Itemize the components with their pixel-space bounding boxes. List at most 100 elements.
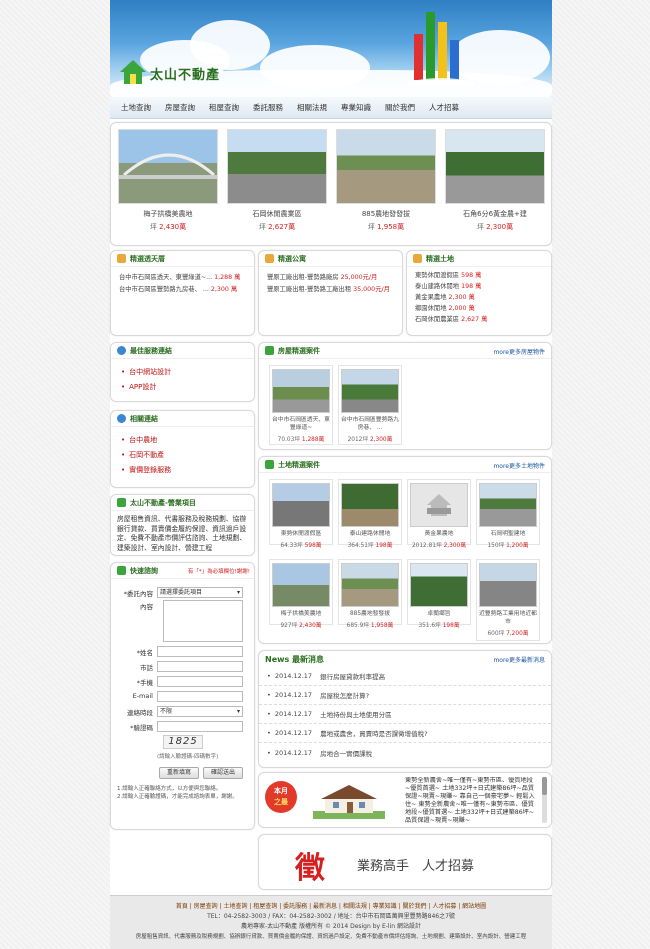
land-card[interactable]: 黃金果農地 2012.81坪 2,300萬 xyxy=(407,479,471,549)
featured-title[interactable]: 梅子拱橋美農地 xyxy=(118,209,218,219)
bullet-icon: • xyxy=(267,748,271,757)
code-label: *驗證碼 xyxy=(130,724,153,732)
land-card[interactable]: 梅子拱橋美農地 927坪 2,430萬 xyxy=(269,559,333,629)
house-card[interactable]: 台中市石岡區豐勢路九房巷、 ... 2012坪 2,300萬 xyxy=(338,365,402,445)
featured-price: 2,300萬 xyxy=(486,223,514,231)
list-item[interactable]: 台中市石岡區透天、東豐綠道~... 1,288 萬 xyxy=(119,272,246,284)
quick-contact-title: 快速諮詢 xyxy=(130,566,158,575)
featured-item[interactable]: 石岡休閒農業區 坪 2,627萬 xyxy=(227,129,327,232)
list-item[interactable]: 石岡休閒農業區 2,627 萬 xyxy=(415,314,543,325)
land-card[interactable]: 泰山建路休閒地 364.51坪 198萬 xyxy=(338,479,402,549)
land-photo[interactable] xyxy=(272,563,330,607)
scrollbar[interactable] xyxy=(542,777,547,823)
email-field[interactable] xyxy=(157,691,243,702)
price-label: 坪 xyxy=(149,223,157,231)
land-photo[interactable] xyxy=(341,483,399,527)
featured-item[interactable]: 885農地發發拔 坪 1,958萬 xyxy=(336,129,436,232)
site-logo[interactable]: 太山不動產 xyxy=(118,58,238,88)
nav-commission[interactable]: 委託服務 xyxy=(246,102,290,113)
land-card[interactable]: 885農地發發拔 685.9坪 1,958萬 xyxy=(338,559,402,629)
mobile-field[interactable] xyxy=(157,676,243,687)
house-photo[interactable] xyxy=(341,369,399,413)
bullet-icon: • xyxy=(267,691,271,699)
nav-rent-search[interactable]: 租屋查詢 xyxy=(202,102,246,113)
more-land-link[interactable]: more更多土地物件 xyxy=(493,461,545,470)
land-photo[interactable] xyxy=(272,483,330,527)
news-item[interactable]: • 2014.12.17 農地或農舍，買賣時是否課徵增值稅? xyxy=(259,724,551,743)
featured-price: 2,430萬 xyxy=(159,223,187,231)
list-item[interactable]: 鄉園休閒地 2,000 萬 xyxy=(415,303,543,314)
photo-placeholder-icon[interactable] xyxy=(410,483,468,527)
choice-apt-title: 精選公寓 xyxy=(278,254,306,263)
nav-house-search[interactable]: 房屋查詢 xyxy=(158,102,202,113)
code-field[interactable] xyxy=(157,721,243,732)
land-card[interactable]: 近豐勢路工業用地近都市 600坪 7,200萬 xyxy=(476,559,540,641)
news-item[interactable]: • 2014.12.17 土地持份與土地使用分區 xyxy=(259,705,551,724)
services-title: 太山不動產-營業項目 xyxy=(130,498,196,507)
footer-services: 房屋租售資訊、代書服務及稅務規劃、協辦銀行貸款、買賣價金履約保證、資訊過戶設定、… xyxy=(135,934,527,940)
featured-photo[interactable] xyxy=(336,129,436,204)
house-photo[interactable] xyxy=(272,369,330,413)
bar-chart-decoration xyxy=(408,12,474,86)
news-item[interactable]: • 2014.12.17 房屋稅怎麼計算? xyxy=(259,686,551,705)
nav-land-search[interactable]: 土地查詢 xyxy=(114,102,158,113)
featured-photo[interactable] xyxy=(118,129,218,204)
name-field[interactable] xyxy=(157,646,243,657)
house-photo[interactable] xyxy=(313,783,385,819)
land-card[interactable]: 卓蘭鄉旨 351.6坪 198萬 xyxy=(407,559,471,629)
chevron-down-icon: ▾ xyxy=(236,589,240,596)
link-app-design[interactable]: APP設計 xyxy=(121,380,244,395)
land-photo[interactable] xyxy=(479,483,537,527)
more-news-link[interactable]: more更多最新消息 xyxy=(493,655,545,664)
submit-button[interactable]: 確認送出 xyxy=(203,767,243,779)
nav-recruit[interactable]: 人才招募 xyxy=(422,102,466,113)
featured-title[interactable]: 石角6分6黃金農+建 xyxy=(445,209,545,219)
building-icon xyxy=(265,254,274,263)
list-item[interactable]: 泰山建路休閒地 198 萬 xyxy=(415,281,543,292)
land-card[interactable]: 石岡明聖建地 150坪 1,200萬 xyxy=(476,479,540,549)
house-card[interactable]: 台中市石岡區透天、東豐綠道~ 70.03坪 1,288萬 xyxy=(269,365,333,445)
nav-knowledge[interactable]: 專業知識 xyxy=(334,102,378,113)
list-item[interactable]: 東勢休閒渡假區 598 萬 xyxy=(415,270,543,281)
list-item[interactable]: 豐原工廠出租-豐勢路廠房 25,000元/月 xyxy=(267,272,394,284)
link-shigang-realestate[interactable]: 石岡不動產 xyxy=(121,448,244,463)
featured-title[interactable]: 885農地發發拔 xyxy=(336,209,436,219)
monthly-text[interactable]: 東勢全新農舍~唯一僅有~東勢市區、優質地段~優質首選~ 土地332坪+日式建築8… xyxy=(405,777,537,825)
land-photo[interactable] xyxy=(479,563,537,607)
nav-about[interactable]: 關於我們 xyxy=(378,102,422,113)
reset-button[interactable]: 重新填寫 xyxy=(159,767,199,779)
time-select[interactable]: 不限 ▾ xyxy=(157,706,243,717)
featured-photo[interactable] xyxy=(445,129,545,204)
content-label: 內容 xyxy=(140,603,153,611)
phone-field[interactable] xyxy=(157,661,243,672)
choice-villa-box: 精選透天厝 台中市石岡區透天、東豐綠道~... 1,288 萬 台中市石岡區豐勢… xyxy=(110,250,255,336)
footer-links[interactable]: 首頁 | 房屋查詢 | 土地查詢 | 租屋查詢 | 委託服務 | 最新消息 | … xyxy=(110,902,552,912)
featured-item[interactable]: 石角6分6黃金農+建 坪 2,300萬 xyxy=(445,129,545,232)
list-item[interactable]: 豐原工廠出租-豐勢路工廠出租 35,000元/月 xyxy=(267,284,394,296)
recruit-banner[interactable]: 徵 業務高手 人才招募 xyxy=(258,834,552,890)
price-label: 坪 xyxy=(476,223,484,231)
featured-item[interactable]: 梅子拱橋美農地 坪 2,430萬 xyxy=(118,129,218,232)
type-select[interactable]: 請選擇委託項目 ▾ xyxy=(157,587,243,598)
land-photo[interactable] xyxy=(341,563,399,607)
best-links-title: 最佳服務連結 xyxy=(130,346,172,355)
nav-laws[interactable]: 相關法規 xyxy=(290,102,334,113)
land-card[interactable]: 東勢休閒渡假區 64.33坪 598萬 xyxy=(269,479,333,549)
featured-photo[interactable] xyxy=(227,129,327,204)
mobile-label: *手機 xyxy=(136,679,153,687)
more-houses-link[interactable]: more更多房屋物件 xyxy=(493,347,545,356)
link-web-design[interactable]: 台中網站設計 xyxy=(121,365,244,380)
house-cases-title: 房屋精選案件 xyxy=(278,346,320,355)
house-icon xyxy=(117,498,126,507)
news-item[interactable]: • 2014.12.17 銀行房屋貸款利率提高 xyxy=(259,667,551,686)
pencil-icon xyxy=(117,566,126,575)
house-logo-icon xyxy=(120,60,146,84)
news-item[interactable]: • 2014.12.17 房地合一實價課稅 xyxy=(259,743,551,762)
featured-title[interactable]: 石岡休閒農業區 xyxy=(227,209,327,219)
link-price-registration[interactable]: 實價登錄服務 xyxy=(121,463,244,478)
list-item[interactable]: 黃金果農地 2,300 萬 xyxy=(415,292,543,303)
list-item[interactable]: 台中市石岡區豐勢路九房巷、 ... 2,300 萬 xyxy=(119,284,246,296)
link-taichung-farmland[interactable]: 台中農地 xyxy=(121,433,244,448)
land-photo[interactable] xyxy=(410,563,468,607)
content-textarea[interactable] xyxy=(163,600,243,642)
